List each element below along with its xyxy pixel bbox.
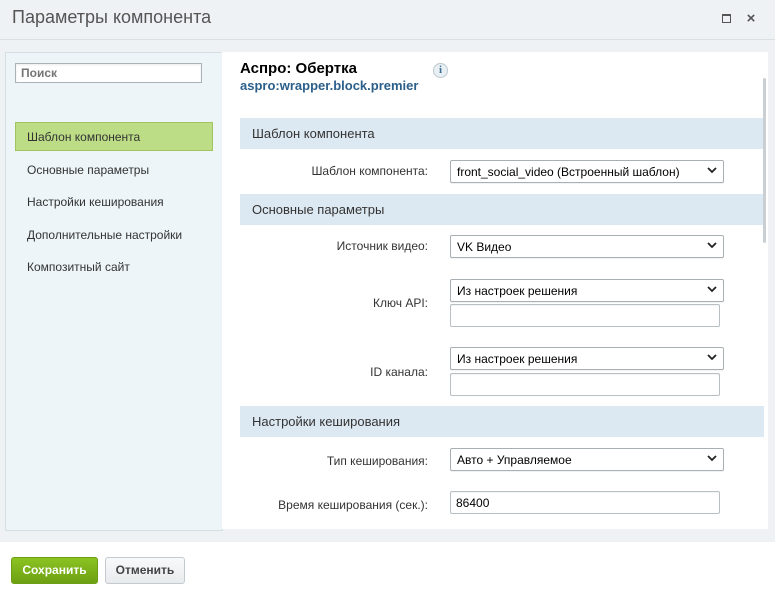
section-header-cache: Настройки кеширования bbox=[240, 406, 764, 437]
component-code: aspro:wrapper.block.premier bbox=[240, 78, 419, 93]
section-header-template: Шаблон компонента bbox=[240, 118, 764, 149]
dialog-footer: Сохранить Отменить bbox=[0, 542, 775, 594]
api-key-label: Ключ API: bbox=[373, 296, 428, 310]
template-label: Шаблон компонента: bbox=[311, 164, 428, 178]
chevron-down-icon bbox=[707, 242, 717, 249]
channel-id-value: Из настроек решения bbox=[457, 352, 578, 366]
api-key-input[interactable] bbox=[450, 304, 720, 327]
chevron-down-icon bbox=[707, 286, 717, 293]
template-select-value: front_social_video (Встроенный шаблон) bbox=[457, 165, 680, 179]
channel-id-label: ID канала: bbox=[370, 365, 428, 379]
api-key-select[interactable]: Из настроек решения bbox=[450, 279, 724, 302]
close-icon[interactable]: × bbox=[744, 11, 758, 26]
component-name: Аспро: Обертка bbox=[240, 60, 357, 77]
sidebar-item-additional-settings[interactable]: Дополнительные настройки bbox=[15, 220, 213, 249]
api-key-value: Из настроек решения bbox=[457, 284, 578, 298]
save-button[interactable]: Сохранить bbox=[11, 557, 98, 584]
video-source-label: Источник видео: bbox=[336, 239, 428, 253]
sidebar-item-cache-settings[interactable]: Настройки кеширования bbox=[15, 187, 213, 216]
maximize-icon[interactable] bbox=[719, 12, 733, 26]
sidebar-item-main-params[interactable]: Основные параметры bbox=[15, 155, 213, 184]
section-header-main: Основные параметры bbox=[240, 194, 764, 225]
sidebar: Шаблон компонента Основные параметры Нас… bbox=[5, 52, 223, 531]
video-source-value: VK Видео bbox=[457, 240, 512, 254]
channel-id-select[interactable]: Из настроек решения bbox=[450, 347, 724, 370]
window-titlebar: Параметры компонента × bbox=[0, 0, 775, 40]
channel-id-input[interactable] bbox=[450, 373, 720, 396]
cache-type-label: Тип кеширования: bbox=[326, 454, 428, 468]
chevron-down-icon bbox=[707, 354, 717, 361]
window-title: Параметры компонента bbox=[12, 7, 212, 27]
template-select[interactable]: front_social_video (Встроенный шаблон) bbox=[450, 160, 724, 183]
cache-type-value: Авто + Управляемое bbox=[457, 453, 572, 467]
sidebar-item-composite-site[interactable]: Композитный сайт bbox=[15, 252, 213, 281]
cache-time-input[interactable]: 86400 bbox=[450, 491, 720, 514]
cache-type-select[interactable]: Авто + Управляемое bbox=[450, 448, 724, 471]
chevron-down-icon bbox=[707, 167, 717, 174]
sidebar-item-template[interactable]: Шаблон компонента bbox=[15, 122, 213, 151]
scrollbar[interactable] bbox=[763, 78, 766, 243]
cancel-button[interactable]: Отменить bbox=[105, 557, 185, 584]
chevron-down-icon bbox=[707, 455, 717, 462]
video-source-select[interactable]: VK Видео bbox=[450, 235, 724, 258]
search-input[interactable] bbox=[15, 63, 202, 83]
settings-panel: Аспро: Обертка aspro:wrapper.block.premi… bbox=[222, 52, 768, 529]
cache-time-label: Время кеширования (сек.): bbox=[278, 498, 428, 512]
info-icon[interactable]: i bbox=[433, 63, 448, 78]
